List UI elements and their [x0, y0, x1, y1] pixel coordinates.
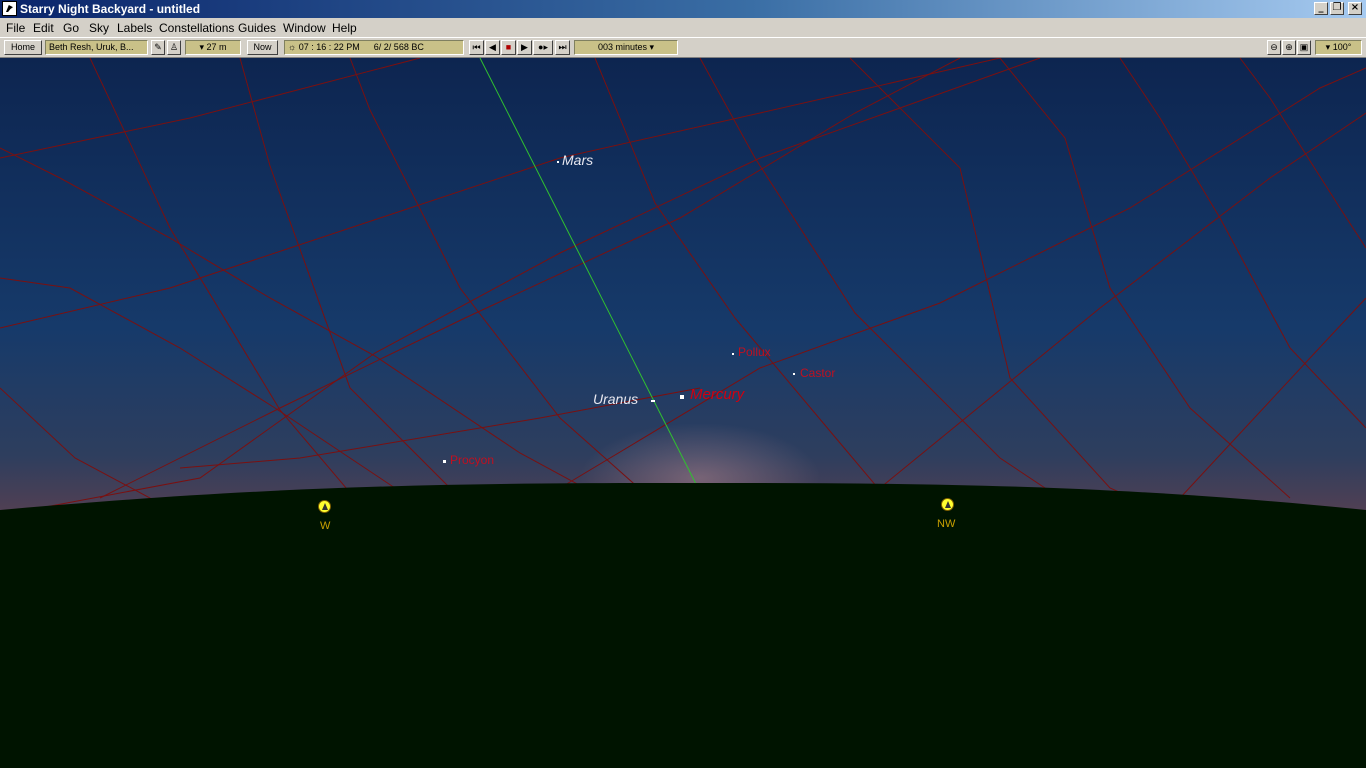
location-field[interactable]: Beth Resh, Uruk, B...	[45, 40, 148, 55]
menu-guides[interactable]: Guides	[238, 21, 276, 35]
zoom-fit-icon[interactable]: ▣	[1297, 40, 1311, 55]
ground	[0, 483, 1366, 768]
time-step-value: 003 minutes	[597, 42, 647, 52]
castor-dot[interactable]	[793, 373, 795, 375]
zoom-in-icon[interactable]: ⊕	[1282, 40, 1296, 55]
real-time-icon[interactable]: ●▸	[533, 40, 553, 55]
menu-go[interactable]: Go	[63, 21, 79, 35]
label-procyon[interactable]: Procyon	[450, 453, 494, 467]
menu-window[interactable]: Window	[283, 21, 326, 35]
time-value[interactable]: 07 : 16 : 22 PM	[299, 42, 360, 52]
compass-label-nw: NW	[937, 518, 956, 530]
uranus-dot[interactable]	[651, 400, 655, 402]
mars-dot[interactable]	[557, 161, 559, 163]
menu-constellations[interactable]: Constellations	[159, 21, 234, 35]
app-icon[interactable]	[2, 1, 17, 16]
minimize-icon[interactable]: _	[1314, 2, 1328, 15]
zoom-out-icon[interactable]: ⊖	[1267, 40, 1281, 55]
play-forward-icon[interactable]: ▶	[517, 40, 532, 55]
step-forward-icon[interactable]: ⏭	[555, 40, 570, 55]
datetime-field[interactable]: ☼ 07 : 16 : 22 PM 6/ 2/ 568 BC	[284, 40, 464, 55]
home-button[interactable]: Home	[4, 40, 42, 55]
restore-icon[interactable]: ❐	[1330, 2, 1344, 15]
edit-location-icon[interactable]: ✎	[151, 40, 165, 55]
menu-labels[interactable]: Labels	[117, 21, 152, 35]
sky-canvas[interactable]	[0, 58, 1366, 768]
dropdown-arrow-icon: ▾	[199, 42, 207, 52]
title-bar: Starry Night Backyard - untitled _ ❐ ×	[0, 0, 1366, 18]
label-castor[interactable]: Castor	[800, 366, 835, 380]
play-backward-icon[interactable]: ◀	[485, 40, 500, 55]
label-pollux[interactable]: Pollux	[738, 345, 771, 359]
label-mars[interactable]: Mars	[562, 152, 593, 168]
elevation-value: 27 m	[206, 42, 227, 52]
date-value[interactable]: 6/ 2/ 568 BC	[374, 42, 424, 52]
menu-file[interactable]: File	[6, 21, 25, 35]
menu-bar: File Edit Go Sky Labels Constellations G…	[0, 18, 1366, 37]
menu-sky[interactable]: Sky	[89, 21, 109, 35]
now-button[interactable]: Now	[247, 40, 278, 55]
close-icon[interactable]: ×	[1348, 2, 1362, 15]
menu-edit[interactable]: Edit	[33, 21, 54, 35]
step-back-icon[interactable]: ⏮	[469, 40, 484, 55]
compass-northwest-icon[interactable]	[941, 498, 954, 511]
sun-icon: ☼	[288, 42, 299, 52]
zoom-value: 100°	[1332, 42, 1352, 52]
mercury-dot[interactable]	[680, 395, 684, 399]
elevation-field[interactable]: ▾ 27 m	[185, 40, 241, 55]
dropdown-arrow-icon: ▾	[647, 42, 655, 52]
stop-icon[interactable]: ■	[501, 40, 516, 55]
time-step-field[interactable]: 003 minutes ▾	[574, 40, 678, 55]
dropdown-arrow-icon: ▾	[1325, 42, 1333, 52]
toolbar: Home Beth Resh, Uruk, B... ✎ ♙ ▾ 27 m No…	[0, 37, 1366, 58]
label-mercury[interactable]: Mercury	[690, 386, 744, 403]
procyon-dot[interactable]	[443, 460, 446, 463]
observer-icon[interactable]: ♙	[167, 40, 181, 55]
window-title: Starry Night Backyard - untitled	[20, 2, 201, 16]
compass-west-icon[interactable]	[318, 500, 331, 513]
zoom-field[interactable]: ▾ 100°	[1315, 40, 1362, 55]
menu-help[interactable]: Help	[332, 21, 357, 35]
label-uranus[interactable]: Uranus	[593, 391, 638, 407]
pollux-dot[interactable]	[732, 353, 734, 355]
compass-label-w: W	[320, 520, 331, 532]
sky-view[interactable]: Mars Uranus Mercury Pollux Castor Procyo…	[0, 58, 1366, 768]
